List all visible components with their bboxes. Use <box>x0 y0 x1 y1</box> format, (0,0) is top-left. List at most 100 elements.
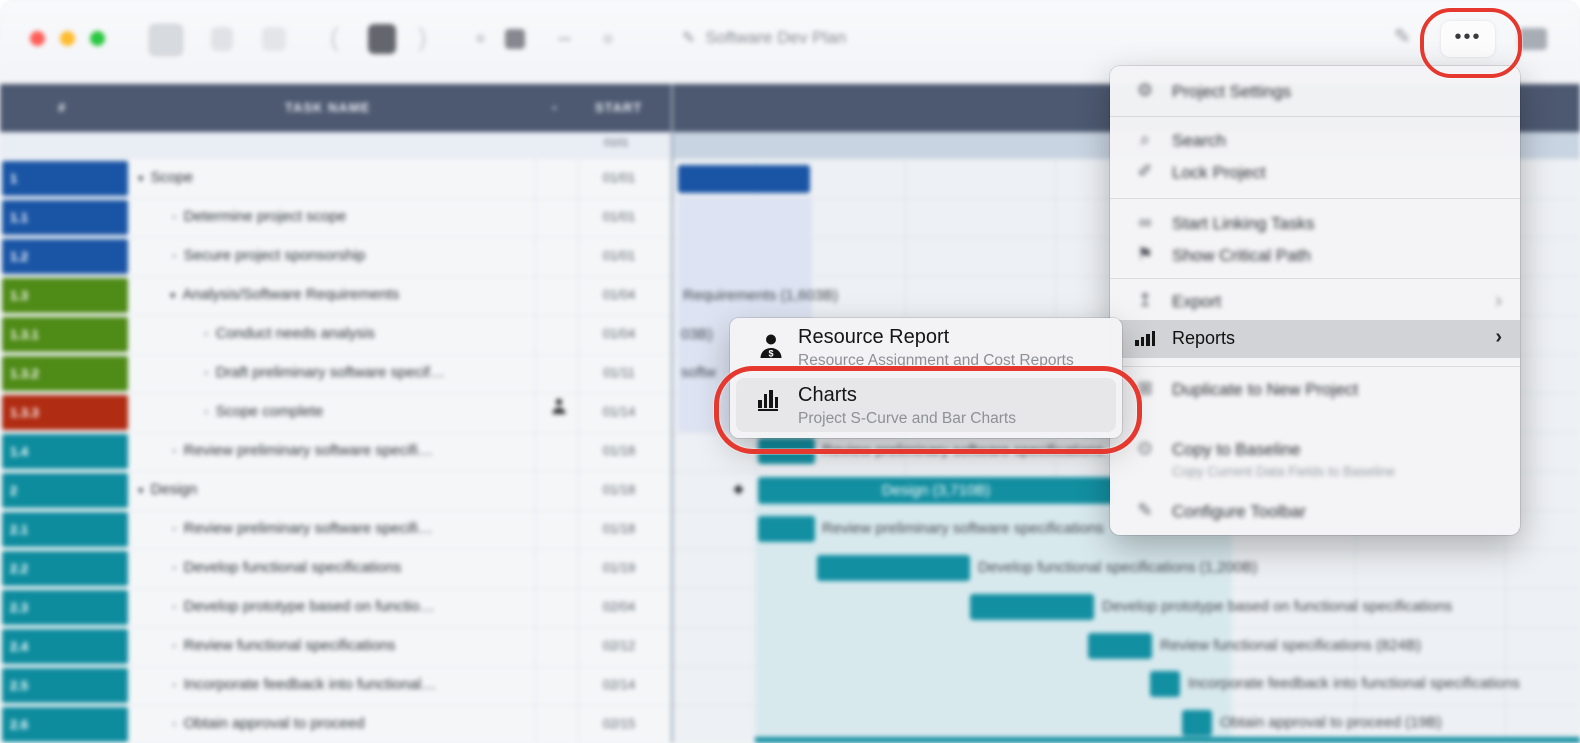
menu-item-search[interactable]: ⌕ Search <box>1110 125 1520 157</box>
column-divider <box>535 159 536 743</box>
task-start: 01/14 <box>578 404 660 419</box>
dash-icon[interactable] <box>558 37 571 41</box>
gantt-bar[interactable] <box>1088 633 1152 659</box>
task-name: ◦Review preliminary software specifi… <box>172 442 433 459</box>
menu-item-lock-project[interactable]: ✐ Lock Project <box>1110 157 1520 189</box>
menu-item-project-settings[interactable]: ⚙ Project Settings <box>1110 76 1520 108</box>
menu-item-configure-toolbar[interactable]: ✎ Configure Toolbar <box>1110 496 1520 528</box>
task-name: ▾Analysis/Software Requirements <box>170 286 399 303</box>
menu-separator <box>1110 198 1520 199</box>
task-bullet-icon: ◦ <box>172 677 177 692</box>
submenu-chevron-icon: › <box>1495 290 1502 313</box>
window-grid-icon[interactable] <box>149 24 183 56</box>
small-dot-icon-2[interactable] <box>603 34 613 44</box>
gantt-bar-partial[interactable] <box>755 737 1580 743</box>
task-id-badge: 1.2 <box>2 239 128 274</box>
gantt-bar[interactable] <box>817 555 970 581</box>
task-name: ◦Draft preliminary software specif… <box>204 364 445 381</box>
task-name: ◦Obtain approval to proceed <box>172 715 365 732</box>
gantt-bar[interactable] <box>1150 671 1180 697</box>
gantt-bar-scope[interactable] <box>678 165 810 193</box>
menu-item-duplicate-to-new-project[interactable]: ⊞ Duplicate to New Project <box>1110 374 1520 406</box>
disclosure-triangle[interactable]: ▾ <box>138 173 144 185</box>
gantt-bar-design-summary[interactable]: Design (3,710B) <box>758 477 1114 504</box>
rounded-square-icon[interactable] <box>262 27 286 51</box>
task-bullet-icon: ◦ <box>172 638 177 653</box>
task-id-badge: 1.3.2 <box>2 356 128 391</box>
pen-icon: ✎ <box>682 30 695 47</box>
gantt-label: 03B) <box>681 326 713 343</box>
task-name: ▾Design <box>138 481 197 498</box>
task-name: ◦Scope complete <box>204 403 323 420</box>
submenu-chevron-icon: › <box>1495 326 1502 349</box>
small-dot-icon[interactable] <box>476 34 485 43</box>
annotation-ring-more-button <box>1420 8 1522 78</box>
column-header-start[interactable]: START <box>595 100 642 115</box>
task-start: 01/01 <box>578 170 660 185</box>
task-bullet-icon: ◦ <box>172 248 177 263</box>
gantt-label: Obtain approval to proceed (19B) <box>1220 714 1442 731</box>
gantt-label: Review preliminary software specificatio… <box>822 520 1104 537</box>
configure-toolbar-icon: ✎ <box>1132 500 1158 521</box>
resource-column-icon[interactable]: ▪ <box>552 100 558 115</box>
task-name: ◦Conduct needs analysis <box>204 325 375 342</box>
search-icon: ⌕ <box>1132 129 1158 150</box>
gantt-label: Incorporate feedback into functional spe… <box>1188 675 1520 692</box>
design-phase-region <box>755 505 1232 743</box>
dark-tool-icon[interactable] <box>505 29 525 49</box>
task-start: 01/19 <box>578 560 660 575</box>
task-id-badge: 1.1 <box>2 200 128 235</box>
task-bullet-icon: ◦ <box>172 716 177 731</box>
gantt-label: Requirements (1,603B) <box>683 287 838 304</box>
pencil-icon[interactable]: ✎ <box>1394 24 1411 49</box>
gantt-label: Review functional specifications (824B) <box>1160 637 1421 654</box>
task-name: ▾Scope <box>138 169 193 186</box>
project-settings-icon: ⚙ <box>1132 80 1158 101</box>
task-bullet-icon: ◦ <box>204 365 209 380</box>
task-start: 01/18 <box>578 443 660 458</box>
dark-square-icon[interactable] <box>368 24 396 54</box>
task-start: 01/11 <box>578 365 660 380</box>
link-tasks-icon: ∞ <box>1132 212 1158 233</box>
task-name: ◦Develop prototype based on functio… <box>172 598 435 615</box>
task-name: ◦Incorporate feedback into functional… <box>172 676 436 693</box>
menu-item-show-critical-path[interactable]: ⚑ Show Critical Path <box>1110 240 1520 272</box>
disclosure-triangle[interactable]: ▾ <box>138 485 144 497</box>
task-bullet-icon: ◦ <box>172 209 177 224</box>
task-bullet-icon: ◦ <box>204 326 209 341</box>
gantt-bar[interactable] <box>758 516 815 542</box>
paren-right-icon[interactable]: ) <box>418 22 427 53</box>
menu-item-start-linking-tasks[interactable]: ∞ Start Linking Tasks <box>1110 208 1520 240</box>
menu-item-reports[interactable]: Reports › <box>1110 320 1520 358</box>
task-start: 02/12 <box>578 638 660 653</box>
column-header-task-name[interactable]: TASK NAME <box>285 100 370 115</box>
gantt-summary-label: Design (3,710B) <box>882 482 990 499</box>
task-name: ◦Review functional specifications <box>172 637 395 654</box>
task-start: 01/01 <box>578 248 660 263</box>
column-header-id[interactable]: # <box>58 100 66 115</box>
minimize-window-icon[interactable] <box>60 31 75 46</box>
document-title: Software Dev Plan <box>705 28 846 47</box>
task-id-badge: 2.1 <box>2 512 128 547</box>
zoom-window-icon[interactable] <box>90 31 105 46</box>
annotation-ring-charts <box>714 366 1142 454</box>
close-window-icon[interactable] <box>30 31 45 46</box>
triangle-icon[interactable] <box>211 27 233 51</box>
task-name: ◦Develop functional specifications <box>172 559 401 576</box>
gantt-bar[interactable] <box>1182 710 1212 736</box>
paren-left-icon[interactable]: ( <box>330 22 339 53</box>
panel-icon[interactable] <box>1519 28 1547 50</box>
task-start: 02/15 <box>578 716 660 731</box>
table-gantt-splitter[interactable] <box>671 84 673 743</box>
menu-item-export[interactable]: ↥ Export › <box>1110 286 1520 318</box>
task-id-badge: 1.3 <box>2 278 128 313</box>
critical-path-icon: ⚑ <box>1132 244 1158 265</box>
task-start: 01/01 <box>578 209 660 224</box>
gantt-label: Develop prototype based on functional sp… <box>1102 598 1452 615</box>
menu-separator <box>1110 366 1520 367</box>
gantt-bar[interactable] <box>970 594 1094 620</box>
task-id-badge: 2 <box>2 473 128 508</box>
disclosure-triangle[interactable]: ▾ <box>170 290 176 302</box>
menu-item-copy-to-baseline[interactable]: ⊙ Copy to Baseline Copy Current Data Fie… <box>1110 434 1520 490</box>
task-bullet-icon: ◦ <box>172 521 177 536</box>
